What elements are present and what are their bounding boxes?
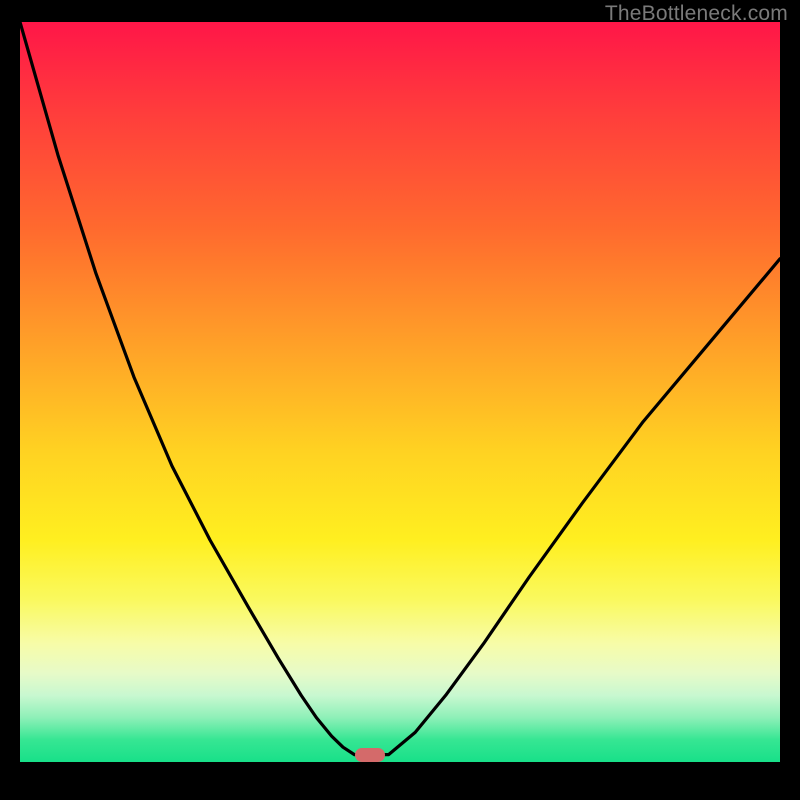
minimum-marker	[355, 748, 385, 762]
bottleneck-curve	[20, 22, 780, 762]
plot-area	[20, 22, 780, 762]
chart-container: TheBottleneck.com	[0, 0, 800, 800]
